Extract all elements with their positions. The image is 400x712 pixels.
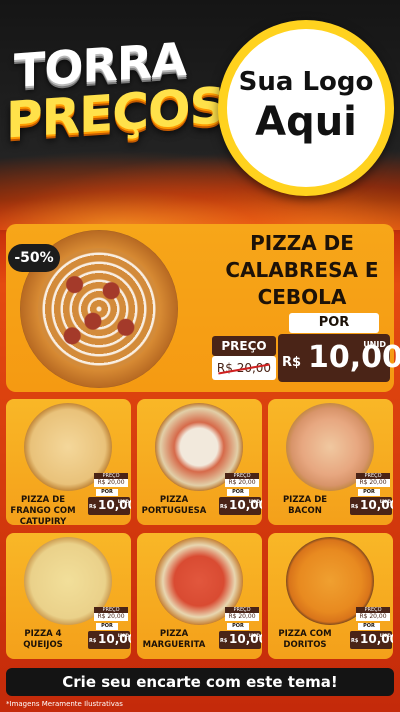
featured-old-price: R$ 20,00 (212, 356, 276, 380)
footnote: *Imagens Meramente Ilustrativas (6, 700, 123, 708)
por-label: POR (227, 489, 249, 496)
cta-banner[interactable]: Crie seu encarte com este tema! (6, 668, 394, 696)
unit: UNID (248, 499, 260, 504)
old-price: R$ 20,00 (356, 613, 390, 621)
new-price-box: R$10,00UNID (350, 631, 393, 649)
product-card[interactable]: PIZZA DE BACONPREÇOR$ 20,00PORR$10,00UNI… (268, 399, 393, 525)
por-label: POR (358, 623, 380, 630)
product-name: PIZZA MARGUERITA (142, 629, 206, 650)
currency: R$ (220, 638, 228, 644)
currency: R$ (351, 504, 359, 510)
featured-currency: R$ (282, 355, 302, 370)
old-price: R$ 20,00 (356, 479, 390, 487)
new-price-box: R$10,00UNID (219, 631, 262, 649)
discount-badge: -50% (8, 244, 60, 272)
product-name: PIZZA COM DORITOS (278, 629, 332, 650)
product-name: PIZZA DE FRANGO COM CATUPIRY (10, 495, 76, 525)
currency: R$ (89, 504, 97, 510)
price-tag: PREÇOR$ 20,00PORR$10,00UNID (348, 607, 393, 657)
featured-unit: UNID (363, 340, 386, 349)
product-name: PIZZA DE BACON (282, 495, 328, 516)
price-tag: PREÇOR$ 20,00PORR$10,00UNID (86, 473, 131, 523)
unit: UNID (117, 633, 129, 638)
new-price-box: R$10,00UNID (219, 497, 262, 515)
flyer-page: TORRA PREÇOS Sua Logo Aqui -50% PIZZA DE… (0, 0, 400, 712)
product-card[interactable]: PIZZA COM DORITOSPREÇOR$ 20,00PORR$10,00… (268, 533, 393, 659)
price-tag: PREÇOR$ 20,00PORR$10,00UNID (217, 473, 262, 523)
product-name: PIZZA 4 QUEIJOS (23, 629, 63, 650)
old-price: R$ 20,00 (225, 479, 259, 487)
featured-old-price-box: PREÇO R$ 20,00 (212, 336, 276, 382)
unit: UNID (248, 633, 260, 638)
por-label: POR (227, 623, 249, 630)
product-card[interactable]: PIZZA 4 QUEIJOSPREÇOR$ 20,00PORR$10,00UN… (6, 533, 131, 659)
currency: R$ (89, 638, 97, 644)
logo-line1: Sua Logo (238, 67, 374, 97)
featured-por-label: POR (289, 313, 379, 333)
featured-preco-label: PREÇO (212, 336, 276, 356)
old-price: R$ 20,00 (94, 613, 128, 621)
old-price: R$ 20,00 (94, 479, 128, 487)
price-tag: PREÇOR$ 20,00PORR$10,00UNID (348, 473, 393, 523)
unit: UNID (379, 633, 391, 638)
new-price-box: R$10,00UNID (88, 631, 131, 649)
featured-new-price: 10,00 (308, 340, 400, 375)
featured-product-name: PIZZA DE CALABRESA E CEBOLA (225, 231, 379, 309)
product-card[interactable]: PIZZA DE FRANGO COM CATUPIRY PREÇO R$ 20,0… (6, 399, 131, 525)
product-card[interactable]: PIZZA MARGUERITAPREÇOR$ 20,00PORR$10,00U… (137, 533, 262, 659)
por-label: POR (96, 489, 118, 496)
new-price-box: R$10,00UNID (88, 497, 131, 515)
currency: R$ (351, 638, 359, 644)
new-price-box: R$10,00UNID (350, 497, 393, 515)
price-tag: PREÇOR$ 20,00PORR$10,00UNID (86, 607, 131, 657)
price-tag: PREÇOR$ 20,00PORR$10,00UNID (217, 607, 262, 657)
por-label: POR (96, 623, 118, 630)
unit: UNID (117, 499, 129, 504)
unit: UNID (379, 499, 391, 504)
product-name: PIZZA PORTUGUESA (141, 495, 207, 516)
currency: R$ (220, 504, 228, 510)
por-label: POR (358, 489, 380, 496)
old-price: R$ 20,00 (225, 613, 259, 621)
logo-placeholder[interactable]: Sua Logo Aqui (218, 20, 394, 196)
product-card[interactable]: PIZZA PORTUGUESAPREÇOR$ 20,00PORR$10,00U… (137, 399, 262, 525)
featured-new-price-box: R$ 10,00 UNID (278, 334, 400, 382)
logo-line2: Aqui (255, 99, 357, 145)
